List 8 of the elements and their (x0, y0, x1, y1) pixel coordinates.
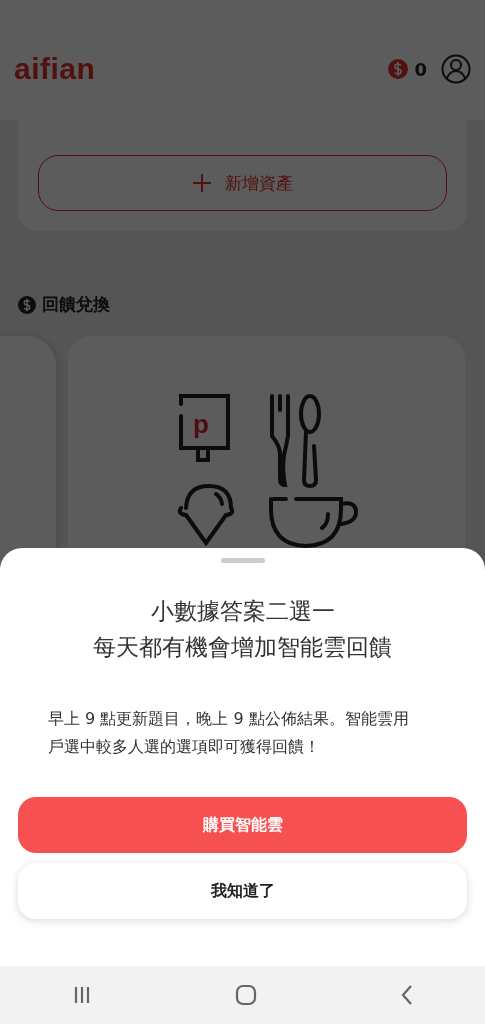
app-logo: aifian (14, 52, 96, 86)
food-icons-drawing: p (174, 394, 359, 549)
dismiss-button[interactable]: 我知道了 (18, 863, 467, 919)
sheet-description: 早上 9 點更新題目，晚上 9 點公佈結果。智能雲用戶選中較多人選的選項即可獲得回饋！ (47, 708, 410, 758)
buy-button[interactable]: 購買智能雲 (18, 797, 467, 853)
section-title: 回饋兌換 (42, 293, 110, 316)
add-asset-button[interactable]: 新增資產 (38, 155, 447, 211)
points-count: 0 (414, 58, 427, 80)
